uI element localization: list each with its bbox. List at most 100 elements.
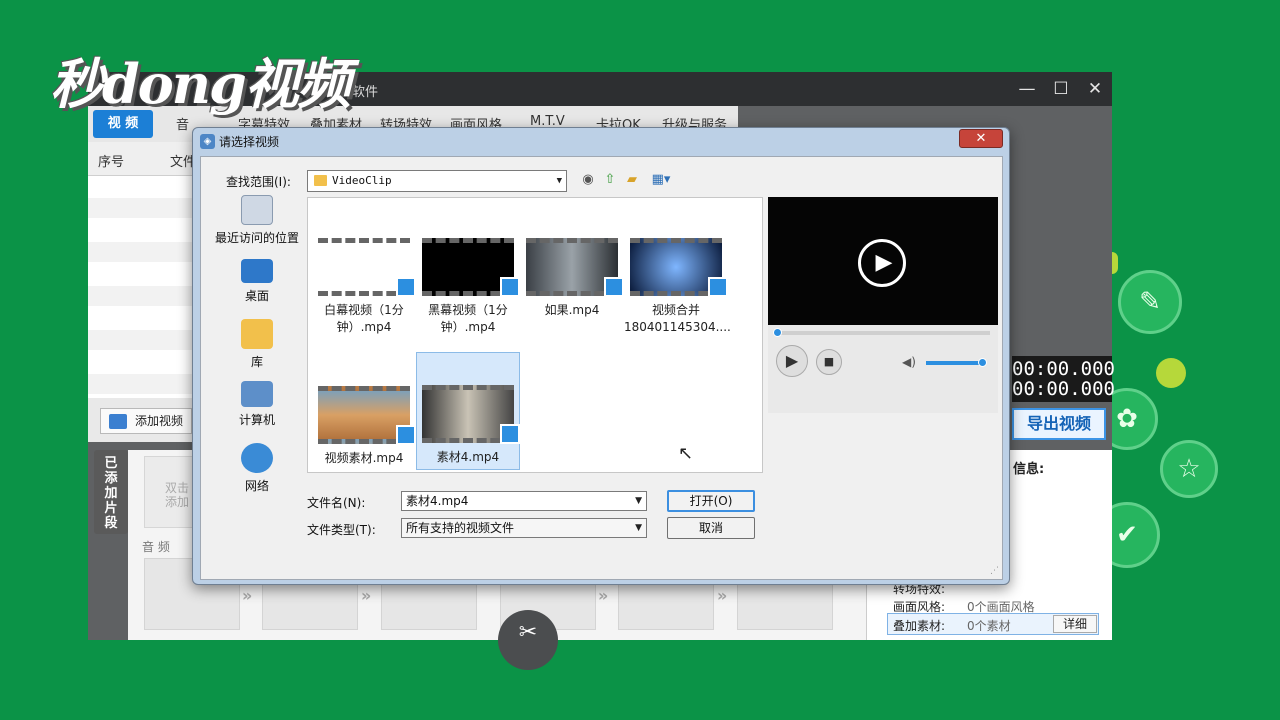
place-computer[interactable]: 计算机 <box>209 381 305 428</box>
audio-track-label: 音 频 <box>142 540 170 554</box>
places-bar: 最近访问的位置 桌面 库 计算机 网络 <box>209 195 299 495</box>
dialog-title: 请选择视频 <box>219 135 280 149</box>
open-button[interactable]: 打开(O) <box>667 490 755 512</box>
video-file-icon <box>500 424 520 444</box>
view-menu-icon[interactable]: ▦▾ <box>647 171 675 189</box>
volume-slider[interactable] <box>926 358 987 367</box>
cancel-button[interactable]: 取消 <box>667 517 755 539</box>
volume-handle[interactable] <box>978 358 987 367</box>
resize-grip-icon[interactable]: ⋰ <box>990 566 999 576</box>
star-icon: ☆ <box>1160 440 1218 498</box>
look-in-value: VideoClip <box>332 174 392 187</box>
add-video-label: 添加视频 <box>135 414 184 428</box>
back-icon[interactable]: ◉ <box>579 171 597 189</box>
info-overlay-value: 0个素材 <box>967 619 1011 633</box>
close-button[interactable]: ✕ <box>1084 78 1106 100</box>
scissors-icon[interactable]: ✂ <box>498 610 558 670</box>
total-time: 00:00.000 <box>1012 376 1115 402</box>
filename-input[interactable]: 素材4.mp4 ▼ <box>401 491 647 511</box>
video-thumbnail <box>318 238 416 297</box>
video-thumbnail <box>526 238 624 297</box>
segment-hint: 双击添加 <box>165 481 190 509</box>
computer-icon <box>241 381 273 407</box>
filetype-select[interactable]: 所有支持的视频文件 ▼ <box>401 518 647 538</box>
info-title: 信息: <box>1013 462 1045 477</box>
dialog-body: 查找范围(I): VideoClip ▼ ◉ ⇧ ▰ ▦▾ 最近访问的位置 桌面… <box>200 156 1003 580</box>
dialog-close-button[interactable]: ✕ <box>959 129 1003 148</box>
volume-icon[interactable]: ◀) <box>902 355 916 369</box>
column-index[interactable]: 序号 <box>98 151 124 170</box>
place-recent[interactable]: 最近访问的位置 <box>209 195 305 246</box>
file-item[interactable]: 视频素材.mp4 <box>312 386 416 467</box>
file-name: 素材4.mp4 <box>436 450 500 464</box>
video-preview: ▶ ▶ ■ ◀) <box>768 197 998 413</box>
filename-label: 文件名(N): <box>307 496 366 510</box>
file-item[interactable]: 黑幕视频（1分 钟）.mp4 <box>416 238 520 336</box>
video-file-icon <box>604 277 624 297</box>
chevron-right-icon: » <box>242 586 253 605</box>
play-button[interactable]: ▶ <box>776 345 808 377</box>
look-in-combo[interactable]: VideoClip ▼ <box>307 170 567 192</box>
video-thumbnail <box>318 386 416 445</box>
video-file-icon <box>396 425 416 445</box>
network-icon <box>241 443 273 473</box>
video-thumbnail <box>422 238 520 297</box>
place-network-label: 网络 <box>244 479 269 493</box>
seek-bar[interactable] <box>773 328 990 337</box>
video-file-icon <box>396 277 416 297</box>
place-recent-label: 最近访问的位置 <box>214 231 299 245</box>
file-name: 视频合并 <box>651 303 700 317</box>
look-in-label: 查找范围(I): <box>226 175 291 189</box>
file-item[interactable]: 白幕视频（1分 钟）.mp4 <box>312 238 416 336</box>
place-desktop[interactable]: 桌面 <box>209 259 305 304</box>
filename-value: 素材4.mp4 <box>406 494 469 508</box>
decorative-dot <box>1156 358 1186 388</box>
desktop-icon <box>241 259 273 283</box>
up-folder-icon[interactable]: ⇧ <box>601 171 619 189</box>
file-name: 视频素材.mp4 <box>324 451 404 465</box>
watermark-logo: 秒dong视频 <box>50 52 351 116</box>
added-segments-label: 已添加片段 <box>94 450 128 534</box>
file-name-cont: 钟）.mp4 <box>336 320 392 334</box>
chevron-down-icon: ▼ <box>556 176 562 186</box>
folder-icon <box>314 175 327 186</box>
file-item-selected[interactable]: 素材4.mp4 <box>416 352 520 470</box>
detail-button[interactable]: 详细 <box>1053 615 1097 633</box>
chevron-right-icon: » <box>361 586 372 605</box>
chevron-down-icon: ▼ <box>635 496 642 506</box>
place-library-label: 库 <box>250 355 263 369</box>
video-file-icon <box>500 277 520 297</box>
seek-handle[interactable] <box>773 328 782 337</box>
stop-button[interactable]: ■ <box>816 349 842 375</box>
chevron-right-icon: » <box>717 586 728 605</box>
info-overlay-label: 叠加素材: <box>893 619 946 633</box>
recent-places-icon <box>241 195 273 225</box>
place-network[interactable]: 网络 <box>209 443 305 494</box>
video-file-icon <box>708 277 728 297</box>
file-name-cont: 钟）.mp4 <box>440 320 496 334</box>
dialog-app-icon: ◈ <box>200 134 215 149</box>
video-thumbnail <box>630 238 728 297</box>
play-icon[interactable]: ▶ <box>858 239 906 287</box>
file-name-cont: 180401145304.... <box>624 320 731 334</box>
export-video-button[interactable]: 导出视频 <box>1012 408 1106 440</box>
add-video-icon <box>109 414 127 429</box>
segments-label-text: 已添加片段 <box>104 456 118 531</box>
add-video-button[interactable]: 添加视频 <box>100 408 192 434</box>
minimize-button[interactable]: — <box>1016 78 1038 100</box>
place-computer-label: 计算机 <box>238 413 275 427</box>
place-library[interactable]: 库 <box>209 319 305 370</box>
maximize-button[interactable]: ☐ <box>1050 78 1072 100</box>
decorative-tree: ✎ ✿ ☆ ✔ <box>1090 230 1280 630</box>
file-name: 白幕视频（1分 <box>324 303 404 317</box>
mouse-cursor-icon: ↖ <box>678 443 694 464</box>
file-list[interactable]: 白幕视频（1分 钟）.mp4 黑幕视频（1分 钟）.mp4 如果.mp4 视频合… <box>307 197 763 473</box>
file-item[interactable]: 视频合并 180401145304.... <box>624 238 731 336</box>
library-icon <box>241 319 273 349</box>
select-video-dialog: ◈ 请选择视频 ✕ 查找范围(I): VideoClip ▼ ◉ ⇧ ▰ ▦▾ … <box>192 127 1010 585</box>
place-desktop-label: 桌面 <box>244 289 269 303</box>
file-item[interactable]: 如果.mp4 <box>520 238 624 319</box>
new-folder-icon[interactable]: ▰ <box>623 171 641 189</box>
chevron-down-icon: ▼ <box>635 523 642 533</box>
filetype-value: 所有支持的视频文件 <box>406 521 515 535</box>
